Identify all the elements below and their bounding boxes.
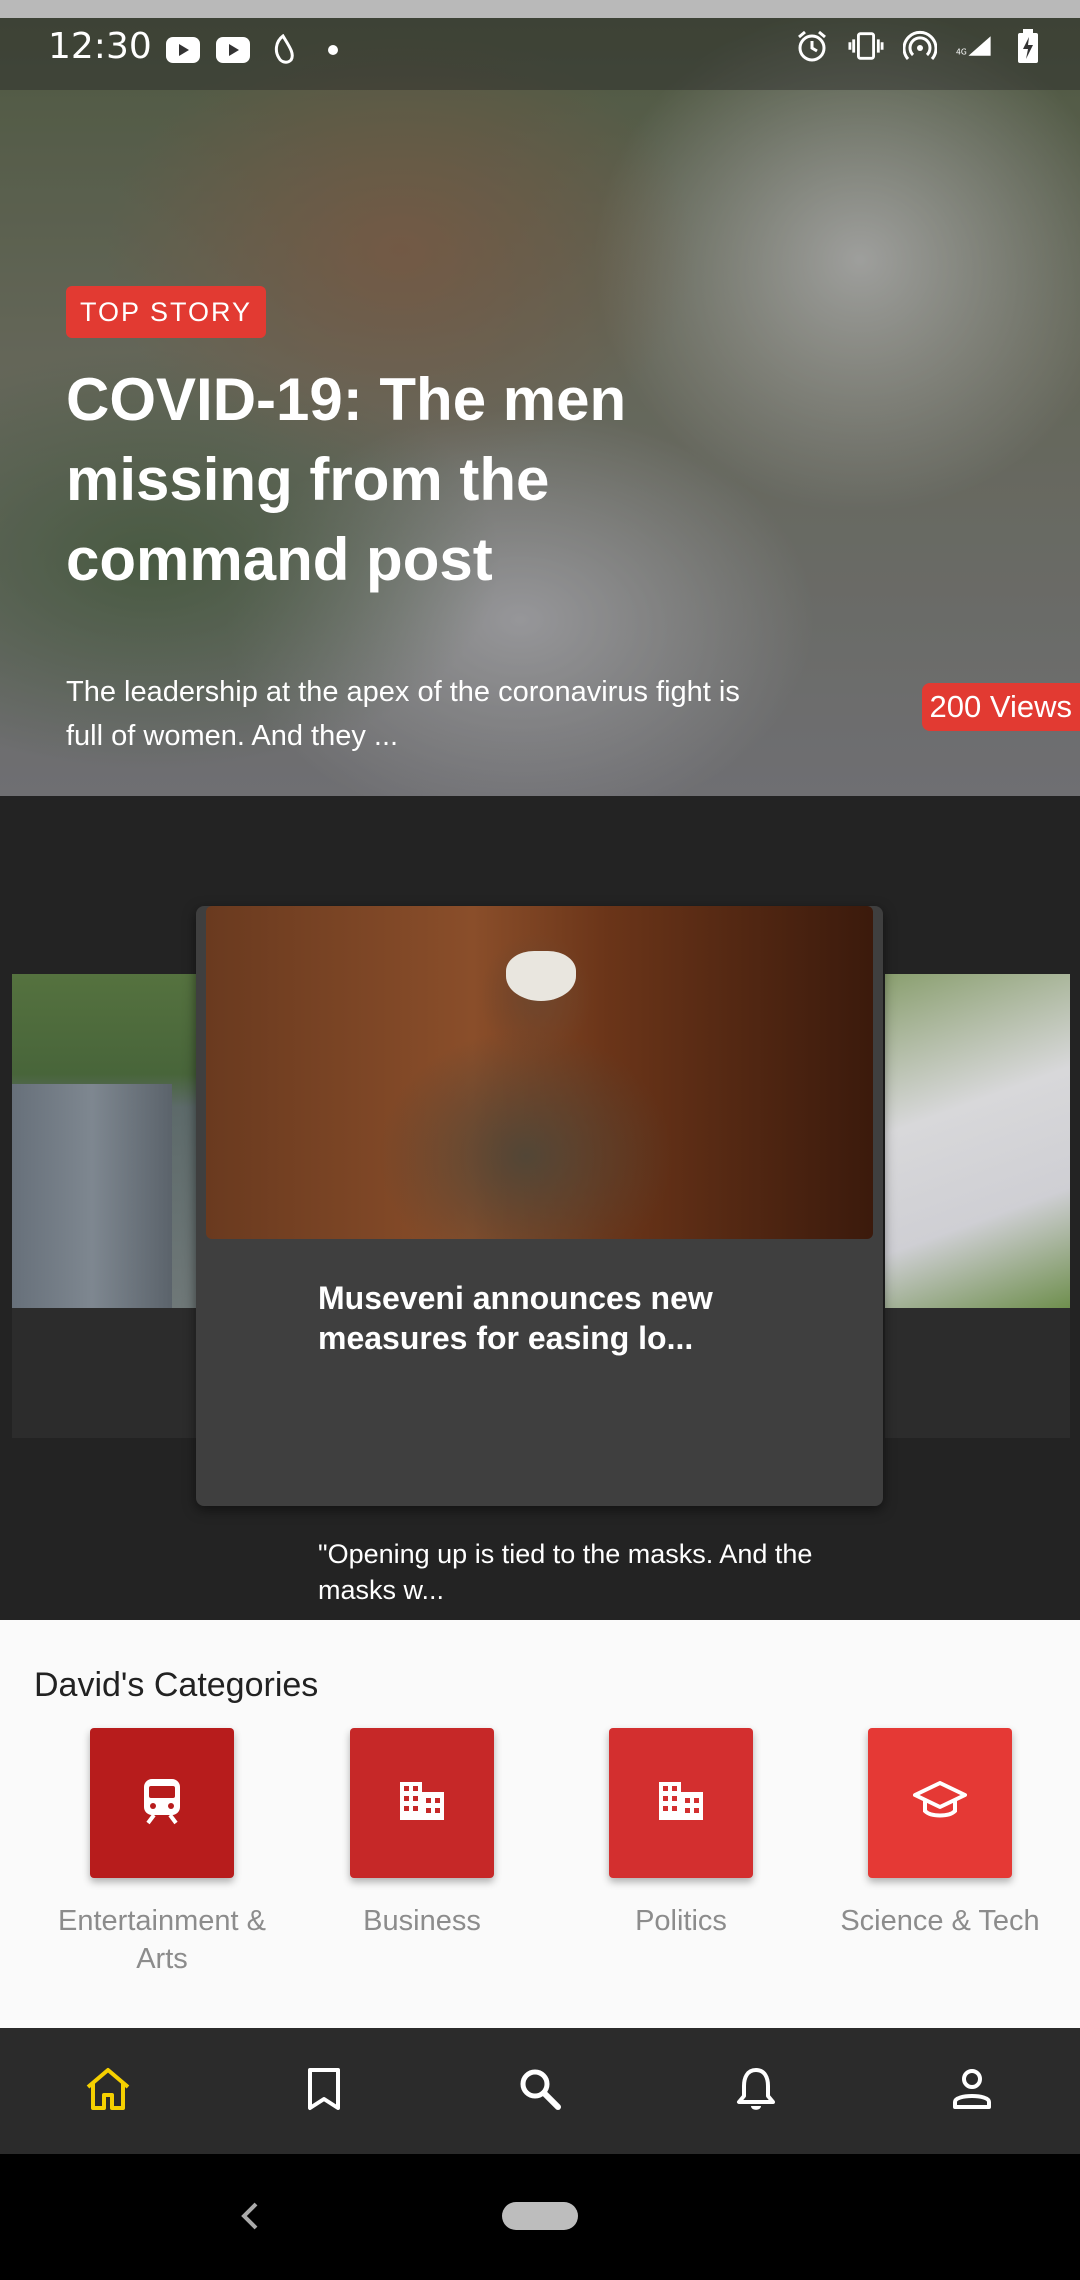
youtube-icon: [165, 32, 201, 68]
al-jazeera-icon: [265, 32, 301, 68]
category-tile[interactable]: [868, 1728, 1012, 1878]
youtube-icon: [215, 32, 251, 68]
graduation-cap-icon: [913, 1780, 967, 1826]
search-icon: [518, 2067, 562, 2116]
hero-summary: The leadership at the apex of the corona…: [66, 676, 740, 752]
status-time: 12:30: [48, 26, 152, 67]
card-summary: "Opening up is tied to the masks. And th…: [318, 1539, 813, 1605]
bottom-navigation: [0, 2028, 1080, 2154]
nav-search-button[interactable]: [480, 2031, 600, 2151]
carousel-card-previous[interactable]: [12, 974, 197, 1438]
carousel-card-next[interactable]: [885, 974, 1070, 1438]
svg-text:4G: 4G: [956, 47, 967, 56]
nav-bookmarks-button[interactable]: [264, 2031, 384, 2151]
category-tile[interactable]: [350, 1728, 494, 1878]
category-label: Business: [363, 1905, 481, 1937]
category-tile[interactable]: [90, 1728, 234, 1878]
nav-home-button[interactable]: [48, 2031, 168, 2151]
category-label: Science & Tech: [840, 1905, 1040, 1937]
chevron-left-icon: [240, 2201, 260, 2236]
building-icon: [398, 1780, 446, 1827]
categories-section: David's Categories Entertainment & Arts …: [0, 1620, 1080, 2028]
carousel-card-active[interactable]: Museveni announces new measures for easi…: [196, 906, 883, 1605]
carousel-image-previous: [12, 974, 197, 1308]
category-science-tech[interactable]: Science & Tech: [820, 1728, 1060, 1940]
system-home-pill[interactable]: [502, 2202, 578, 2230]
nav-account-button[interactable]: [912, 2031, 1032, 2151]
category-tile[interactable]: [609, 1728, 753, 1878]
news-carousel[interactable]: Museveni announces new measures for easi…: [0, 796, 1080, 1620]
system-navigation-bar: [0, 2154, 1080, 2280]
category-entertainment-arts[interactable]: Entertainment & Arts: [42, 1728, 282, 1978]
category-label: Politics: [635, 1905, 727, 1937]
train-icon: [140, 1777, 184, 1830]
categories-heading: David's Categories: [34, 1666, 319, 1704]
alarm-icon: [794, 28, 830, 64]
battery-charging-icon: [1010, 28, 1046, 64]
carousel-image-active: [206, 906, 873, 1239]
status-bar: 12:30 4G: [0, 18, 1080, 90]
nav-notifications-button[interactable]: [696, 2031, 816, 2151]
category-politics[interactable]: Politics: [561, 1728, 801, 1940]
hotspot-icon: [902, 28, 938, 64]
system-back-button[interactable]: [220, 2188, 280, 2248]
category-label: Entertainment & Arts: [58, 1905, 266, 1975]
category-business[interactable]: Business: [302, 1728, 542, 1940]
signal-icon: 4G: [956, 28, 992, 64]
bell-icon: [736, 2066, 776, 2117]
top-story-badge: TOP STORY: [66, 286, 267, 338]
top-story-hero[interactable]: TOP STORY COVID-19: The men missing from…: [0, 0, 1080, 796]
building-icon: [657, 1780, 705, 1827]
views-badge: 200 Views: [921, 683, 1080, 731]
dot-icon: [315, 32, 351, 68]
account-icon: [952, 2068, 992, 2115]
hero-title[interactable]: COVID-19: The men missing from the comma…: [66, 360, 706, 600]
vibrate-icon: [848, 28, 884, 64]
bookmark-icon: [306, 2067, 342, 2116]
card-title[interactable]: Museveni announces new measures for easi…: [318, 1278, 818, 1358]
home-icon: [84, 2067, 132, 2116]
carousel-image-next: [885, 974, 1070, 1308]
